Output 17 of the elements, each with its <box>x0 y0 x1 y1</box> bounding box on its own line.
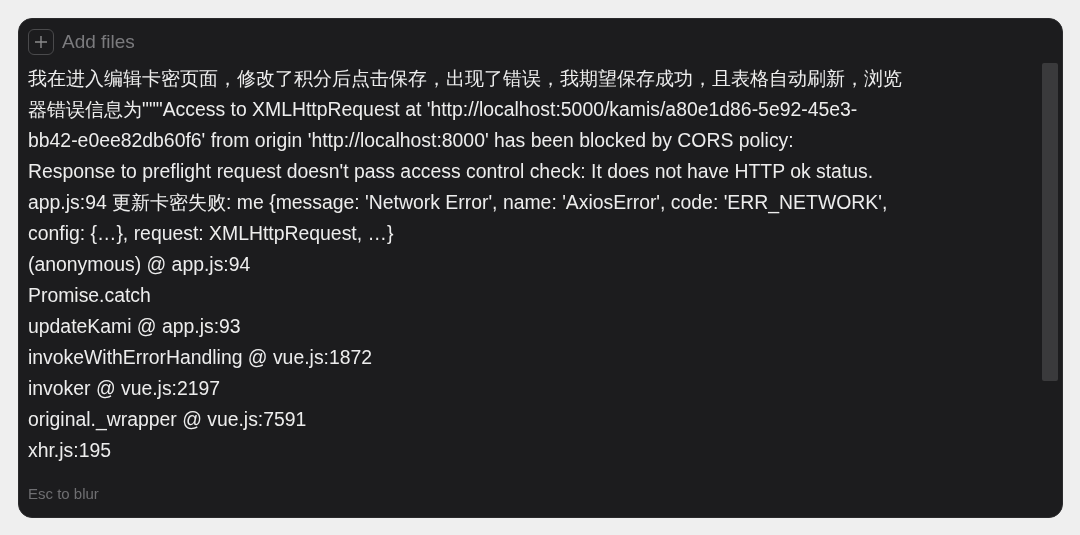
message-line: updateKami @ app.js:93 <box>28 314 242 339</box>
message-line: invoker @ vue.js:2197 <box>28 376 222 401</box>
message-line: original._wrapper @ vue.js:7591 <box>28 407 308 433</box>
add-files-button[interactable]: Add files <box>62 31 135 53</box>
message-line: (anonymous) @ app.js:94 <box>28 252 252 277</box>
message-line: Promise.catch <box>28 283 152 308</box>
message-line: invokeWithErrorHandling @ vue.js:1872 <box>28 345 374 370</box>
message-line: 器错误信息为"""Access to XMLHttpRequest at 'http://localhost:5000/kamis/a80e1d86-5e92-45e3- <box>28 97 859 122</box>
blur-hint: Esc to blur <box>28 485 100 502</box>
scrollbar-thumb[interactable] <box>1042 63 1058 381</box>
message-line: xhr.js:195 <box>28 438 112 463</box>
message-line: 我在进入编辑卡密页面，修改了积分后点击保存，出现了错误，我期望保存成功，且表格自动刷新，浏览 <box>28 66 903 91</box>
message-line: config: {…}, request: XMLHttpRequest, …} <box>28 221 395 246</box>
message-line: bb42-e0ee82db60f6' from origin 'http://localhost:8000' has been blocked by CORS policy: <box>28 128 795 153</box>
message-line: app.js:94 更新卡密失败: me {message: 'Network Error', name: 'AxiosError', code: 'ERR_NETWORK', <box>28 190 889 216</box>
message-line: Response to preflight request doesn't pass access control check: It does not have HTTP ok status. <box>28 159 875 184</box>
add-icon[interactable] <box>28 29 54 55</box>
